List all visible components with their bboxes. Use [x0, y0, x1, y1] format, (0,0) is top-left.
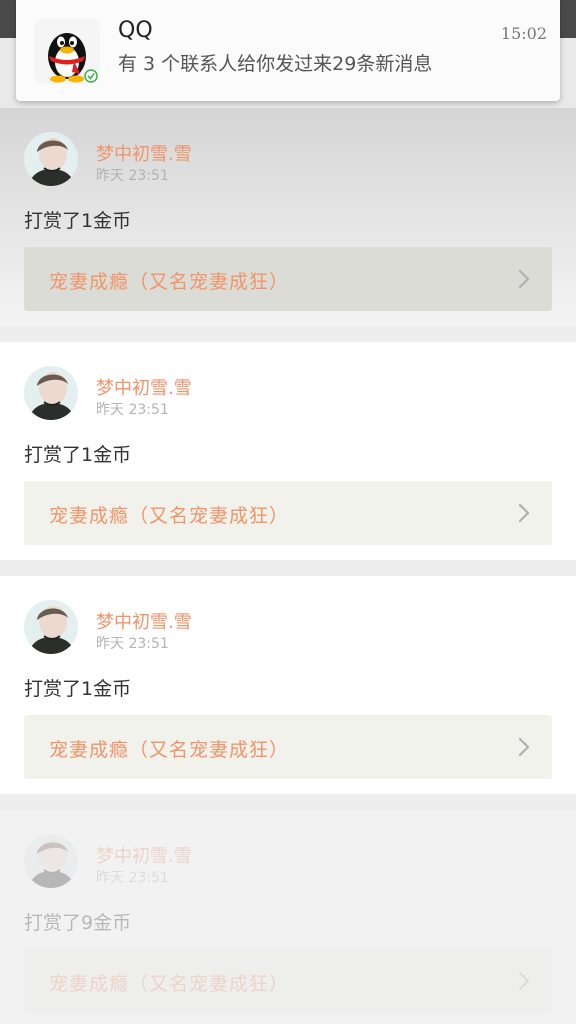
avatar[interactable]	[24, 366, 78, 420]
avatar[interactable]	[24, 600, 78, 654]
notification-title: QQ	[118, 18, 153, 43]
reward-feed: 梦中初雪.雪 昨天 23:51 打赏了1金币 宠妻成瘾（又名宠妻成狂） 梦中初雪…	[0, 108, 576, 1024]
post-time: 昨天 23:51	[96, 168, 169, 184]
avatar[interactable]	[24, 132, 78, 186]
book-link[interactable]: 宠妻成瘾（又名宠妻成狂）	[24, 715, 552, 779]
post-time: 昨天 23:51	[96, 636, 169, 652]
chevron-right-icon	[518, 269, 530, 289]
username[interactable]: 梦中初雪.雪	[96, 842, 192, 868]
book-link[interactable]: 宠妻成瘾（又名宠妻成狂）	[24, 949, 552, 1013]
avatar[interactable]	[24, 834, 78, 888]
book-title: 宠妻成瘾（又名宠妻成狂）	[49, 271, 290, 293]
reward-message: 打赏了1金币	[24, 210, 132, 232]
book-link[interactable]: 宠妻成瘾（又名宠妻成狂）	[24, 481, 552, 545]
username[interactable]: 梦中初雪.雪	[96, 140, 192, 166]
reward-message: 打赏了1金币	[24, 678, 132, 700]
post-time: 昨天 23:51	[96, 402, 169, 418]
notification-time: 15:02	[500, 24, 547, 43]
chevron-right-icon	[518, 971, 530, 991]
feed-item: 梦中初雪.雪 昨天 23:51 打赏了1金币 宠妻成瘾（又名宠妻成狂）	[0, 108, 576, 326]
feed-item: 梦中初雪.雪 昨天 23:51 打赏了1金币 宠妻成瘾（又名宠妻成狂）	[0, 342, 576, 560]
book-title: 宠妻成瘾（又名宠妻成狂）	[49, 973, 290, 995]
username[interactable]: 梦中初雪.雪	[96, 608, 192, 634]
qq-penguin-icon	[34, 18, 100, 84]
feed-item: 梦中初雪.雪 昨天 23:51 打赏了9金币 宠妻成瘾（又名宠妻成狂）	[0, 810, 576, 1024]
book-title: 宠妻成瘾（又名宠妻成狂）	[49, 505, 290, 527]
reward-message: 打赏了9金币	[24, 912, 132, 934]
feed-item: 梦中初雪.雪 昨天 23:51 打赏了1金币 宠妻成瘾（又名宠妻成狂）	[0, 576, 576, 794]
qq-notification[interactable]: QQ 有 3 个联系人给你发过来29条新消息 15:02	[16, 0, 560, 101]
book-title: 宠妻成瘾（又名宠妻成狂）	[49, 739, 290, 761]
post-time: 昨天 23:51	[96, 870, 169, 886]
screen: 梦中初雪.雪 昨天 23:51 打赏了1金币 宠妻成瘾（又名宠妻成狂） 梦中初雪…	[0, 0, 576, 1024]
reward-message: 打赏了1金币	[24, 444, 132, 466]
book-link[interactable]: 宠妻成瘾（又名宠妻成狂）	[24, 247, 552, 311]
username[interactable]: 梦中初雪.雪	[96, 374, 192, 400]
chevron-right-icon	[518, 737, 530, 757]
notification-message: 有 3 个联系人给你发过来29条新消息	[118, 53, 433, 75]
chevron-right-icon	[518, 503, 530, 523]
